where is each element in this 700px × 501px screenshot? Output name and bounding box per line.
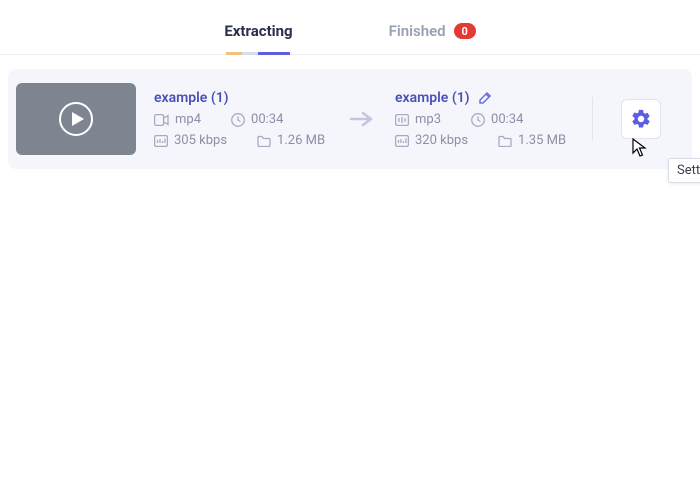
- tab-underline: [226, 52, 290, 55]
- source-info: example (1) mp4 00:34 305 kbps 1: [154, 90, 329, 148]
- play-icon: [59, 102, 93, 136]
- tab-extracting[interactable]: Extracting: [216, 22, 300, 54]
- tab-finished-label: Finished: [389, 22, 446, 40]
- target-size: 1.35 MB: [498, 133, 566, 148]
- clock-icon: [231, 113, 245, 127]
- edit-icon[interactable]: [478, 91, 492, 105]
- conversion-item: example (1) mp4 00:34 305 kbps 1: [8, 69, 692, 169]
- video-thumbnail[interactable]: [16, 83, 136, 155]
- source-duration: 00:34: [231, 112, 283, 127]
- target-filename: example (1): [395, 90, 470, 106]
- gear-icon: [630, 108, 652, 130]
- divider: [592, 97, 593, 141]
- bitrate-icon: [154, 135, 168, 147]
- audio-icon: [395, 114, 409, 126]
- source-bitrate: 305 kbps: [154, 133, 227, 148]
- tab-finished[interactable]: Finished 0: [381, 22, 484, 54]
- arrow-icon: [347, 111, 377, 127]
- target-duration: 00:34: [471, 112, 523, 127]
- folder-icon: [257, 135, 271, 147]
- settings-button[interactable]: [621, 99, 661, 139]
- tab-bar: Extracting Finished 0: [0, 0, 700, 55]
- folder-icon: [498, 135, 512, 147]
- target-format: mp3: [395, 112, 441, 127]
- conversion-list: example (1) mp4 00:34 305 kbps 1: [0, 55, 700, 169]
- tab-extracting-label: Extracting: [224, 22, 292, 40]
- finished-count-badge: 0: [454, 23, 476, 39]
- source-size: 1.26 MB: [257, 133, 325, 148]
- bitrate-icon: [395, 135, 409, 147]
- source-format: mp4: [154, 112, 201, 127]
- source-filename: example (1): [154, 90, 329, 106]
- target-info: example (1) mp3 00:34 320 kbps: [395, 90, 570, 148]
- clock-icon: [471, 113, 485, 127]
- settings-tooltip: Settings: [668, 158, 700, 183]
- video-icon: [154, 114, 169, 126]
- target-bitrate: 320 kbps: [395, 133, 468, 148]
